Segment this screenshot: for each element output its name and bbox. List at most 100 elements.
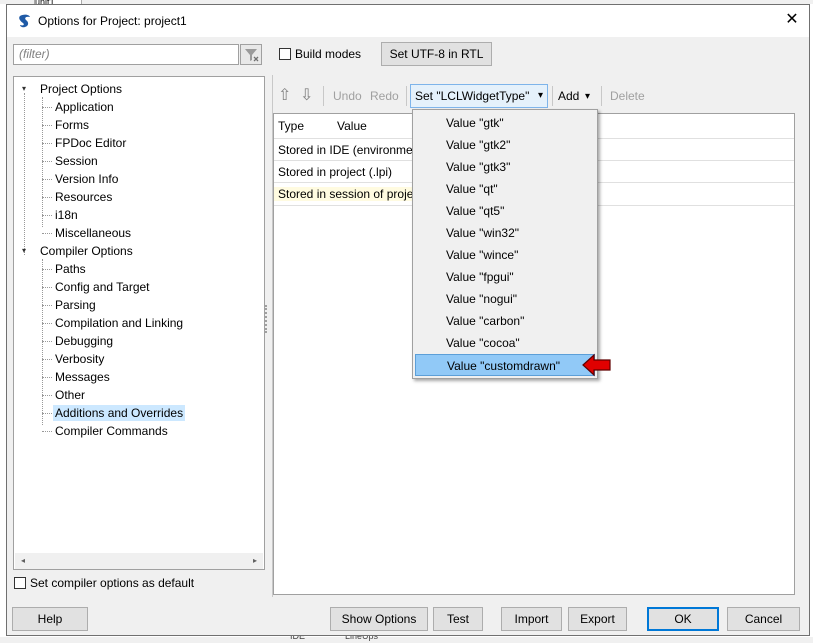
tree-item-miscellaneous[interactable]: Miscellaneous (53, 225, 133, 241)
undo-button[interactable]: Undo (333, 86, 362, 106)
set-utf8-button[interactable]: Set UTF-8 in RTL (381, 42, 492, 66)
close-button[interactable]: ✕ (779, 9, 805, 31)
tree-item-paths[interactable]: Paths (53, 261, 88, 277)
tree-line (42, 107, 52, 108)
tree-item-fpdoc-editor[interactable]: FPDoc Editor (53, 135, 128, 151)
tree-line (42, 233, 52, 234)
row-label: Stored in project (.lpi) (278, 165, 393, 179)
lclwidgettype-dropdown-menu[interactable]: Value "gtk" Value "gtk2" Value "gtk3" Va… (412, 109, 598, 379)
tree-line (42, 323, 52, 324)
tree-item-resources[interactable]: Resources (53, 189, 114, 205)
tree-item-verbosity[interactable]: Verbosity (53, 351, 106, 367)
tree-line (42, 305, 52, 306)
tree-line (42, 259, 43, 425)
options-tree[interactable]: ▾ Project Options Application Forms FPDo… (13, 76, 265, 570)
window-title: Options for Project: project1 (38, 14, 187, 28)
filter-clear-icon (245, 49, 259, 62)
menu-item-gtk[interactable]: Value "gtk" (415, 112, 595, 134)
menu-item-cocoa[interactable]: Value "cocoa" (415, 332, 595, 354)
delete-button[interactable]: Delete (610, 86, 645, 106)
expand-icon[interactable]: ▾ (19, 81, 29, 97)
scroll-right-icon[interactable]: ▸ (247, 553, 263, 569)
tree-line (42, 215, 52, 216)
red-arrow-icon (582, 353, 611, 377)
menu-item-customdrawn[interactable]: Value "customdrawn" (415, 354, 595, 376)
chevron-down-icon[interactable]: ▾ (585, 87, 590, 107)
row-label: Stored in IDE (environment (278, 143, 423, 157)
title-bar[interactable]: Options for Project: project1 ✕ (7, 5, 809, 37)
tree-item-other[interactable]: Other (53, 387, 87, 403)
column-header-value[interactable]: Value (337, 114, 367, 138)
tree-item-config-and-target[interactable]: Config and Target (53, 279, 152, 295)
menu-item-gtk2[interactable]: Value "gtk2" (415, 134, 595, 156)
show-options-button[interactable]: Show Options (330, 607, 428, 631)
tree-item-debugging[interactable]: Debugging (53, 333, 115, 349)
menu-item-qt5[interactable]: Value "qt5" (415, 200, 595, 222)
test-button[interactable]: Test (433, 607, 483, 631)
tree-line (24, 93, 25, 255)
redo-button[interactable]: Redo (370, 86, 399, 106)
toolbar-separator (323, 86, 324, 106)
tree-item-forms[interactable]: Forms (53, 117, 91, 133)
tree-line (42, 413, 52, 414)
toolbar-separator (406, 86, 407, 106)
tree-item-messages[interactable]: Messages (53, 369, 112, 385)
tree-line (42, 179, 52, 180)
tree-line (42, 143, 52, 144)
tree-line (42, 395, 52, 396)
tree-group-project-options[interactable]: Project Options (38, 81, 124, 97)
tree-line (42, 359, 52, 360)
set-default-label: Set compiler options as default (30, 576, 195, 590)
filter-clear-button[interactable] (240, 44, 262, 65)
tree-item-version-info[interactable]: Version Info (53, 171, 120, 187)
tree-line (42, 431, 52, 432)
menu-item-fpgui[interactable]: Value "fpgui" (415, 266, 595, 288)
lazarus-icon (19, 14, 30, 28)
scroll-left-icon[interactable]: ◂ (15, 553, 31, 569)
tree-item-application[interactable]: Application (53, 99, 116, 115)
tree-line (42, 287, 52, 288)
toolbar-separator (552, 86, 553, 106)
tree-item-compilation-and-linking[interactable]: Compilation and Linking (53, 315, 185, 331)
tree-line (42, 341, 52, 342)
menu-item-win32[interactable]: Value "win32" (415, 222, 595, 244)
set-default-checkbox[interactable] (14, 577, 26, 589)
menu-item-qt[interactable]: Value "qt" (415, 178, 595, 200)
export-button[interactable]: Export (568, 607, 627, 631)
tree-line (42, 97, 43, 227)
cancel-button[interactable]: Cancel (727, 607, 800, 631)
add-button[interactable]: Add (558, 86, 579, 106)
move-up-icon[interactable]: ⇧ (278, 86, 291, 106)
tree-line (42, 197, 52, 198)
menu-item-wince[interactable]: Value "wince" (415, 244, 595, 266)
tree-line (42, 377, 52, 378)
tree-item-i18n[interactable]: i18n (53, 207, 80, 223)
set-button-label: Set "LCLWidgetType" (415, 89, 530, 103)
import-button[interactable]: Import (501, 607, 562, 631)
filter-input[interactable]: (filter) (13, 44, 239, 65)
tree-horizontal-scrollbar[interactable]: ◂ ▸ (15, 553, 263, 569)
row-label: Stored in session of project (274, 187, 423, 201)
splitter-grip[interactable] (265, 305, 269, 333)
expand-icon[interactable]: ▾ (19, 243, 29, 259)
tree-item-additions-and-overrides[interactable]: Additions and Overrides (53, 405, 186, 421)
menu-item-nogui[interactable]: Value "nogui" (415, 288, 595, 310)
tree-item-parsing[interactable]: Parsing (53, 297, 98, 313)
background-bottom-strip: IDE LineUps (0, 631, 813, 643)
tree-line (42, 161, 52, 162)
chevron-down-icon: ▾ (537, 90, 543, 101)
toolbar-separator (601, 86, 602, 106)
options-dialog: Options for Project: project1 ✕ (filter)… (6, 4, 810, 636)
column-header-type[interactable]: Type (278, 114, 304, 138)
menu-item-carbon[interactable]: Value "carbon" (415, 310, 595, 332)
tree-group-compiler-options[interactable]: Compiler Options (38, 243, 135, 259)
menu-item-gtk3[interactable]: Value "gtk3" (415, 156, 595, 178)
ok-button[interactable]: OK (647, 607, 719, 631)
tree-line (42, 269, 52, 270)
set-lclwidgettype-button[interactable]: Set "LCLWidgetType" ▾ (410, 84, 548, 108)
tree-item-session[interactable]: Session (53, 153, 100, 169)
tree-item-compiler-commands[interactable]: Compiler Commands (53, 423, 170, 439)
help-button[interactable]: Help (12, 607, 88, 631)
move-down-icon[interactable]: ⇩ (300, 86, 313, 106)
build-modes-checkbox[interactable] (279, 48, 291, 60)
